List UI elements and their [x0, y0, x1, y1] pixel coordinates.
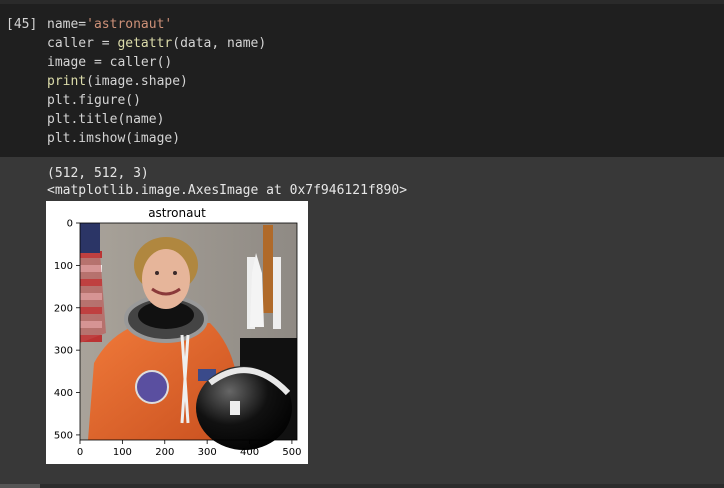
code-token: (image.shape): [86, 74, 188, 89]
code-line: caller = getattr(data, name): [47, 34, 266, 53]
scrollbar-thumb[interactable]: [0, 484, 40, 488]
code-cell-input[interactable]: [45] name='astronaut' caller = getattr(da…: [0, 4, 724, 157]
mission-patch: [135, 370, 169, 404]
code-line: plt.title(name): [47, 110, 266, 129]
y-tick-label: 0: [67, 219, 73, 230]
shape-output: (512, 512, 3): [47, 166, 149, 181]
y-tick-label: 200: [54, 303, 73, 314]
code-token: getattr: [117, 36, 173, 51]
code-editor[interactable]: name='astronaut' caller = getattr(data, n…: [47, 15, 266, 148]
helmet: [196, 366, 292, 450]
astronaut-image: [80, 223, 297, 450]
code-line: plt.figure(): [47, 91, 266, 110]
shuttle-booster: [273, 257, 281, 329]
horizontal-scrollbar[interactable]: [0, 484, 724, 488]
x-tick-label: 400: [240, 447, 259, 458]
cell-output: (512, 512, 3) <matplotlib.image.AxesImag…: [0, 157, 724, 488]
flag-canton: [80, 223, 100, 253]
stdout-text: (512, 512, 3) <matplotlib.image.AxesImag…: [47, 165, 407, 199]
plot-canvas: 0 0 100 100 200 200 300 300 400 400 500 500: [54, 219, 302, 459]
y-tick-label: 100: [54, 261, 73, 272]
repr-output: <matplotlib.image.AxesImage at 0x7f94612…: [47, 183, 408, 198]
code-line: plt.imshow(image): [47, 129, 266, 148]
shuttle-tank: [263, 225, 273, 313]
y-tick-label: 500: [54, 430, 73, 441]
code-token: name=: [47, 17, 87, 32]
code-token: plt.title(name): [47, 112, 165, 127]
face: [142, 249, 190, 309]
x-tick-label: 200: [155, 447, 174, 458]
x-tick-label: 100: [113, 447, 132, 458]
code-line: print(image.shape): [47, 72, 266, 91]
code-line: name='astronaut': [47, 15, 266, 34]
x-tick-label: 500: [282, 447, 301, 458]
code-token: print: [47, 74, 87, 89]
y-tick-label: 400: [54, 388, 73, 399]
eye: [173, 271, 177, 275]
code-token: plt.figure(): [47, 93, 141, 108]
code-token: caller =: [47, 36, 118, 51]
matplotlib-figure: astronaut 0 0 100 100 200 200 300 300 40…: [46, 201, 308, 464]
x-tick-label: 0: [77, 447, 83, 458]
y-tick-label: 300: [54, 346, 73, 357]
helmet-reflection: [230, 401, 240, 415]
code-line: image = caller(): [47, 53, 266, 72]
code-token: image = caller(): [47, 55, 173, 70]
execution-count: [45]: [6, 17, 38, 32]
x-tick-label: 300: [198, 447, 217, 458]
code-token: (data, name): [172, 36, 267, 51]
code-token: plt.imshow(image): [47, 131, 181, 146]
eye: [155, 271, 159, 275]
code-token: 'astronaut': [86, 17, 173, 32]
